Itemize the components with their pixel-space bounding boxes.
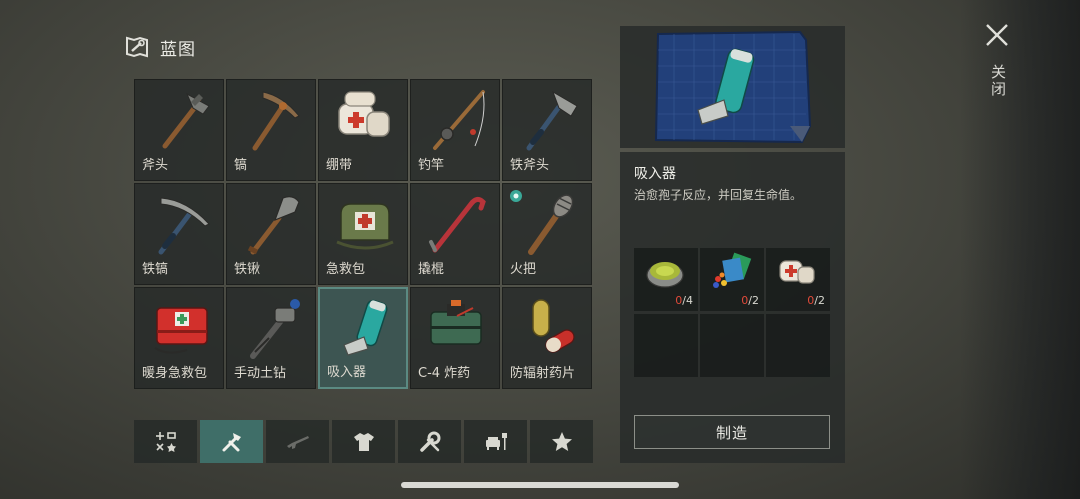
close-button[interactable]: 关闭 [984,22,1012,102]
bandage-icon [338,91,390,137]
blueprint-item-first-aid-bag[interactable]: 急救包 [318,183,408,285]
blueprint-item-label: 吸入器 [327,365,367,380]
bandage-icon [779,260,815,284]
blueprint-item-iron-axe[interactable]: 铁斧头 [502,79,592,181]
fishing-rod-icon [433,90,485,150]
salve-tin-icon [646,262,684,288]
blueprint-item-label: 镐 [234,158,248,173]
material-slot-empty [700,314,764,377]
blueprint-item-label: 斧头 [142,158,169,173]
chemicals-icon [713,252,752,288]
item-preview [620,26,845,148]
inhaler-blueprint-preview-icon [654,30,812,144]
material-slot[interactable]: 0/2 [766,248,830,311]
first-aid-bag-icon [336,203,394,250]
wrench-icon [419,431,440,452]
category-tabs [134,420,594,463]
blueprint-item-label: 撬棍 [418,262,445,277]
inhaler-icon [343,299,388,356]
furniture-icon [485,432,507,450]
blueprint-item-anti-radiation-pills[interactable]: 防辐射药片 [502,287,592,389]
tools-icon [222,432,241,451]
item-name: 吸入器 [634,166,676,182]
blueprint-item-axe[interactable]: 斧头 [134,79,224,181]
home-indicator[interactable] [401,482,679,488]
axe-icon [162,92,210,149]
material-slot-empty [766,314,830,377]
material-slot[interactable]: 0/2 [700,248,764,311]
blueprint-item-label: 铁斧头 [510,158,550,173]
shirt-icon [353,432,374,451]
c4-explosive-icon [430,300,482,345]
blueprint-item-label: 钓竿 [418,158,445,173]
material-count: 0/2 [741,294,759,307]
warming-first-aid-kit-icon [154,307,208,354]
blueprint-item-iron-pickaxe[interactable]: 铁镐 [134,183,224,285]
page-header: 蓝图 [124,34,196,60]
item-detail-panel: 吸入器 治愈孢子反应，并回复生命值。 0/4 0/2 0/2 制造 [620,152,845,463]
side-shade [960,0,1080,499]
page-title: 蓝图 [160,39,196,60]
rifle-icon [286,435,309,449]
craft-button[interactable]: 制造 [634,415,830,449]
tab-favorites[interactable] [530,420,593,463]
blueprint-item-torch[interactable]: 火把 [502,183,592,285]
blueprint-item-crowbar[interactable]: 撬棍 [410,183,500,285]
blueprint-item-label: 铁镐 [142,262,169,277]
blueprint-item-bandage[interactable]: 绷带 [318,79,408,181]
blueprint-item-label: 火把 [510,262,537,277]
blueprint-item-label: 手动土钻 [234,366,287,381]
tab-all[interactable] [134,420,197,463]
tab-furniture[interactable] [464,420,527,463]
all-categories-icon [155,431,176,452]
star-icon [551,431,572,451]
material-count: 0/4 [675,294,693,307]
anti-radiation-pills-icon [532,299,575,353]
tab-parts[interactable] [398,420,461,463]
material-slot-empty [634,314,698,377]
blueprint-item-label: C-4 炸药 [418,366,471,381]
pickaxe-icon [252,91,300,151]
blueprint-grid: 斧头 镐 绷带 钓竿 铁斧头 铁镐 铁锹 急救包 撬棍 火把 暖身急救包 手动土… [134,79,594,391]
material-count: 0/2 [807,294,825,307]
material-slot[interactable]: 0/4 [634,248,698,311]
item-description: 治愈孢子反应，并回复生命值。 [634,188,803,202]
blueprint-item-c4-explosive[interactable]: C-4 炸药 [410,287,500,389]
tab-tools[interactable] [200,420,263,463]
blueprint-item-warming-first-aid-kit[interactable]: 暖身急救包 [134,287,224,389]
blueprint-item-shovel[interactable]: 铁锹 [226,183,316,285]
blueprint-item-inhaler[interactable]: 吸入器 [318,287,408,389]
tab-weapons[interactable] [266,420,329,463]
blueprint-item-label: 防辐射药片 [510,366,576,381]
close-icon [986,24,1008,46]
tab-clothing[interactable] [332,420,395,463]
torch-icon [528,194,574,255]
blueprint-item-pickaxe[interactable]: 镐 [226,79,316,181]
iron-axe-icon [526,90,578,151]
blueprint-item-hand-auger[interactable]: 手动土钻 [226,287,316,389]
crowbar-icon [429,196,486,253]
close-label: 关闭 [989,64,1007,98]
hand-auger-icon [250,299,300,359]
shovel-icon [247,196,300,255]
iron-pickaxe-icon [158,197,210,255]
blueprint-item-label: 暖身急救包 [142,366,208,381]
blueprint-icon [126,36,148,58]
blueprint-item-fishing-rod[interactable]: 钓竿 [410,79,500,181]
blueprint-item-label: 铁锹 [234,262,261,277]
blueprint-item-label: 绷带 [326,158,353,173]
blueprint-item-label: 急救包 [326,262,366,277]
